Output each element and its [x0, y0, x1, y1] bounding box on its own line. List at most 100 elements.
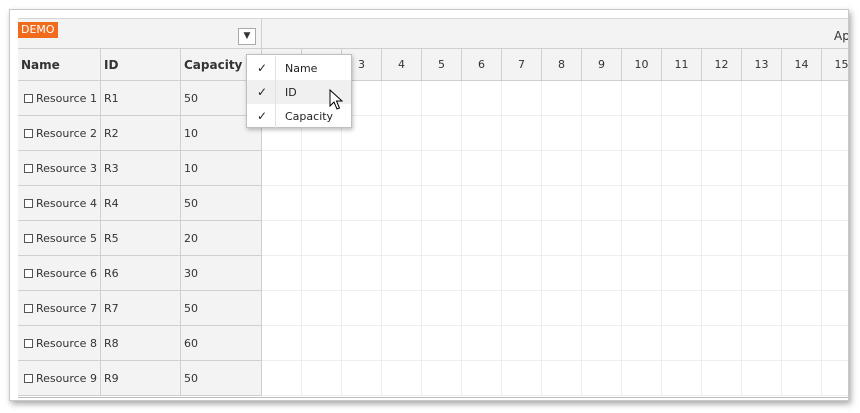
resource-name-cell: Resource 4	[18, 186, 101, 220]
resource-id-cell: R1	[101, 81, 181, 115]
resource-capacity-cell: 60	[181, 326, 262, 360]
resource-name: Resource 7	[36, 301, 97, 315]
row-checkbox[interactable]	[24, 268, 33, 278]
resource-id-cell: R9	[101, 361, 181, 395]
grid-row-line	[262, 220, 848, 221]
grid-column-line	[421, 81, 422, 396]
resource-name-cell: Resource 8	[18, 326, 101, 360]
mouse-pointer-icon	[329, 89, 343, 110]
check-icon: ✓	[256, 85, 268, 99]
timeline-body[interactable]	[262, 81, 848, 398]
resource-capacity-cell: 50	[181, 361, 262, 395]
column-header-name[interactable]: Name	[18, 49, 101, 80]
resource-id-cell: R6	[101, 256, 181, 290]
menu-separator	[275, 56, 276, 80]
grid-row-line	[262, 360, 848, 361]
resource-id-cell: R2	[101, 116, 181, 150]
grid-column-line	[501, 81, 502, 396]
menu-item-name[interactable]: ✓ Name	[247, 56, 351, 80]
check-icon: ✓	[256, 61, 268, 75]
day-header-cell: 14	[782, 49, 822, 81]
resource-name: Resource 3	[36, 161, 97, 175]
resource-capacity-cell: 30	[181, 256, 262, 290]
row-checkbox[interactable]	[24, 233, 33, 243]
row-checkbox[interactable]	[24, 198, 33, 208]
day-header-cell: 8	[542, 49, 582, 81]
day-header-cell: 9	[582, 49, 622, 81]
menu-separator	[275, 80, 276, 104]
grid-row-line	[262, 185, 848, 186]
resource-capacity-cell: 10	[181, 151, 262, 185]
resource-name-cell: Resource 9	[18, 361, 101, 395]
day-header-cell: 6	[462, 49, 502, 81]
grid-row-line	[262, 255, 848, 256]
resource-row[interactable]: Resource 7 R7 50	[18, 291, 262, 326]
grid-row-line	[262, 150, 848, 151]
resource-id-cell: R5	[101, 221, 181, 255]
resource-capacity-cell: 20	[181, 221, 262, 255]
row-checkbox[interactable]	[24, 93, 33, 103]
resource-id-cell: R7	[101, 291, 181, 325]
day-header-cell: 15	[822, 49, 849, 81]
resource-row[interactable]: Resource 9 R9 50	[18, 361, 262, 396]
resource-name-cell: Resource 5	[18, 221, 101, 255]
day-header-cell: 5	[422, 49, 462, 81]
grid-column-line	[821, 81, 822, 396]
scheduler-frame: DEMO ▼ Name ID Capacity Resource 1 R1 50 Re…	[9, 9, 849, 401]
grid-column-line	[581, 81, 582, 396]
resource-name: Resource 2	[36, 126, 97, 140]
resource-row[interactable]: Resource 8 R8 60	[18, 326, 262, 361]
resource-name: Resource 5	[36, 231, 97, 245]
grid-column-line	[621, 81, 622, 396]
grid-column-line	[701, 81, 702, 396]
resource-name: Resource 4	[36, 196, 97, 210]
timeline-month-row: Ap	[262, 18, 849, 49]
resource-name: Resource 6	[36, 266, 97, 280]
resource-pane-toolbar: DEMO ▼	[18, 18, 262, 49]
grid-row-line	[262, 290, 848, 291]
menu-item-label: ID	[285, 85, 297, 99]
resource-id-cell: R8	[101, 326, 181, 360]
resource-id-cell: R3	[101, 151, 181, 185]
day-header-cell: 11	[662, 49, 702, 81]
dropdown-arrow-icon: ▼	[243, 31, 251, 41]
resource-id-cell: R4	[101, 186, 181, 220]
resource-row[interactable]: Resource 5 R5 20	[18, 221, 262, 256]
column-header-id[interactable]: ID	[101, 49, 181, 80]
resource-pane: DEMO ▼ Name ID Capacity Resource 1 R1 50 Re…	[18, 18, 262, 398]
row-checkbox[interactable]	[24, 128, 33, 138]
menu-item-label: Capacity	[285, 109, 334, 123]
grid-column-line	[541, 81, 542, 396]
grid-column-line	[461, 81, 462, 396]
resource-name-cell: Resource 2	[18, 116, 101, 150]
grid-column-line	[661, 81, 662, 396]
resource-capacity-cell: 50	[181, 186, 262, 220]
day-header-cell: 13	[742, 49, 782, 81]
grid-column-line	[781, 81, 782, 396]
resource-name-cell: Resource 6	[18, 256, 101, 290]
resource-row[interactable]: Resource 1 R1 50	[18, 81, 262, 116]
grid-row-line	[262, 395, 848, 396]
grid-column-line	[741, 81, 742, 396]
resource-name: Resource 9	[36, 371, 97, 385]
resource-row[interactable]: Resource 6 R6 30	[18, 256, 262, 291]
row-checkbox[interactable]	[24, 373, 33, 383]
grid-row-line	[262, 325, 848, 326]
resource-row[interactable]: Resource 2 R2 10	[18, 116, 262, 151]
day-header-cell: 12	[702, 49, 742, 81]
resource-name-cell: Resource 1	[18, 81, 101, 115]
row-checkbox[interactable]	[24, 303, 33, 313]
resource-row[interactable]: Resource 3 R3 10	[18, 151, 262, 186]
resource-name-cell: Resource 7	[18, 291, 101, 325]
resource-name: Resource 1	[36, 91, 97, 105]
demo-badge: DEMO	[18, 22, 58, 38]
month-label: Ap	[834, 29, 849, 43]
grid-column-line	[301, 81, 302, 396]
resource-name-cell: Resource 3	[18, 151, 101, 185]
row-checkbox[interactable]	[24, 338, 33, 348]
resource-row[interactable]: Resource 4 R4 50	[18, 186, 262, 221]
row-checkbox[interactable]	[24, 163, 33, 173]
column-menu-button[interactable]: ▼	[238, 28, 256, 45]
resource-name: Resource 8	[36, 336, 97, 350]
menu-separator	[275, 104, 276, 128]
